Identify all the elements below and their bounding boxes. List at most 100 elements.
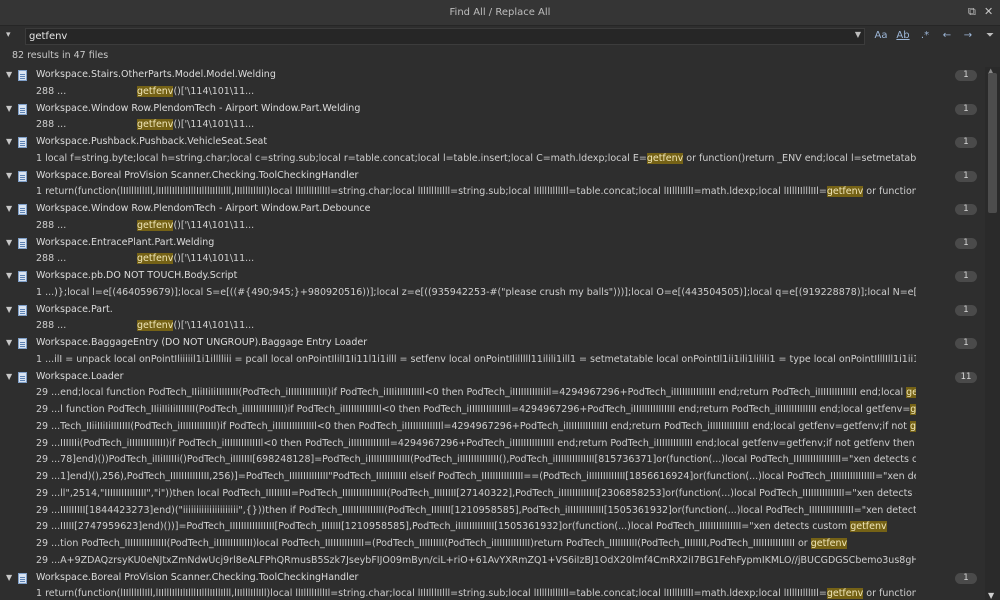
script-file-icon <box>18 572 27 584</box>
match-count-badge: 1 <box>955 70 977 81</box>
match-text-after: ()['\114\101\11... <box>173 85 255 97</box>
match-text: 29 ...IIIII[2747959623]end)())]=PodTech_… <box>36 519 916 536</box>
result-match-row[interactable]: 288 ... getfenv()['\114\101\11... <box>0 251 985 268</box>
script-file-icon <box>18 271 27 282</box>
match-text-before: 1 return(function(lIIlllIllIll,lIIlllIll… <box>36 186 827 198</box>
scrollbar-thumb[interactable] <box>988 73 997 213</box>
result-file-row[interactable]: ▼ Workspace.Pushback.Pushback.VehicleSeat… <box>0 134 985 151</box>
result-match-row[interactable]: 29 ...tion PodTech_IIIIIIIIIIIIIII(PodTe… <box>0 536 985 553</box>
filter-icon[interactable]: ⏷ <box>983 29 997 43</box>
result-file-row[interactable]: ▼ Workspace.Part. 1 <box>0 302 985 319</box>
result-match-row[interactable]: 1 return(function(lIIlllIllIll,lIIlllIll… <box>0 586 985 600</box>
chevron-down-icon[interactable]: ▼ <box>6 235 12 252</box>
result-match-row[interactable]: 288 ... getfenv()['\114\101\11... <box>0 84 985 101</box>
result-match-row[interactable]: 29 ...78]end)())PodTech_iIIiIIIIIi()PodT… <box>0 452 985 469</box>
script-file-icon <box>18 170 27 182</box>
result-match-row[interactable]: 29 ...Tech_IIiiIIiIiIIIIIII(PodTech_iIII… <box>0 419 985 436</box>
chevron-down-icon[interactable]: ▼ <box>6 201 12 218</box>
result-file-row[interactable]: ▼ Workspace.BaggageEntry (DO NOT UNGROUP)… <box>0 335 985 352</box>
match-count-badge: 1 <box>955 204 977 215</box>
result-file-row[interactable]: ▼ Workspace.pb.DO NOT TOUCH.Body.Script 1 <box>0 268 985 285</box>
script-file-icon <box>18 137 27 148</box>
result-match-row[interactable]: 288 ... getfenv()['\114\101\11... <box>0 117 985 134</box>
match-highlight: getfenv <box>646 152 684 164</box>
result-file-row[interactable]: ▼ Workspace.Window Row.PlendomTech - Airp… <box>0 101 985 118</box>
chevron-down-icon[interactable]: ▼ <box>6 570 12 587</box>
match-text: getfenv()['\114\101\11... <box>137 84 985 101</box>
match-highlight: getfenv <box>826 588 864 600</box>
match-text: 1 ...ilI = unpack local onPointIliiiiil1… <box>36 352 916 369</box>
title-bar: Find All / Replace All ⧉ ✕ <box>0 0 1000 26</box>
match-text: 29 ...IIIIIIIII[1844423273]end)("iiiiiii… <box>36 503 916 520</box>
result-file-path: Workspace.EntracePlant.Part.Welding <box>36 236 215 248</box>
results-scrollbar[interactable]: ▲ ▼ <box>985 67 1000 600</box>
chevron-down-icon[interactable]: ▼ <box>6 302 12 319</box>
match-whole-word-icon[interactable]: Ab <box>895 29 911 43</box>
scroll-down-icon[interactable]: ▼ <box>988 591 994 600</box>
match-text-before: 29 ...IIIII[2747959623]end)())]=PodTech_… <box>36 521 851 533</box>
chevron-down-icon[interactable]: ▼ <box>6 168 12 185</box>
match-text: 1 ...)};local l=e[(464059679)];local S=e… <box>36 285 916 302</box>
match-highlight: getfenv <box>909 420 916 432</box>
match-case-icon[interactable]: Aa <box>873 29 889 43</box>
match-text-after: ()['\114\101\11... <box>173 219 255 231</box>
match-count-badge: 1 <box>955 338 977 349</box>
result-file-row[interactable]: ▼ Workspace.Stairs.OtherParts.Model.Model… <box>0 67 985 84</box>
match-text: 29 ...1]end)(),256),PodTech_IIIIIIIIIIII… <box>36 469 916 486</box>
result-match-row[interactable]: 1 ...)};local l=e[(464059679)];local S=e… <box>0 285 985 302</box>
result-match-row[interactable]: 288 ... getfenv()['\114\101\11... <box>0 218 985 235</box>
match-count-badge: 1 <box>955 170 977 182</box>
result-file-row[interactable]: ▼ Workspace.EntracePlant.Part.Welding 1 <box>0 235 985 252</box>
match-text-before: 1 local f=string.byte;local h=string.cha… <box>36 152 647 164</box>
result-match-row[interactable]: 29 ...IIIIIIIII[1844423273]end)("iiiiiii… <box>0 503 985 520</box>
result-match-row[interactable]: 29 ...ll",2514,"IIIIIIIIIIIIIII","i"))th… <box>0 486 985 503</box>
result-match-row[interactable]: 1 local f=string.byte;local h=string.cha… <box>0 151 985 168</box>
result-file-path: Workspace.Boreal ProVision Scanner.Check… <box>36 169 359 181</box>
match-text: 29 ...Tech_IIiiIIiIiIIIIIII(PodTech_iIII… <box>36 419 916 436</box>
result-file-row[interactable]: ▼ Workspace.Loader 11 <box>0 369 985 386</box>
result-match-row[interactable]: 29 ...end;local function PodTech_IIiiIIi… <box>0 385 985 402</box>
result-match-row[interactable]: 29 ...A+9ZDAQzrsyKU0eNJtxZmNdwUcj9rl8eAL… <box>0 553 985 570</box>
match-text-before: 29 ...ll",2514,"IIIIIIIIIIIIIII","i"))th… <box>36 487 916 499</box>
window-title: Find All / Replace All <box>449 7 551 18</box>
previous-result-icon[interactable]: ← <box>940 29 954 43</box>
match-count-badge: 1 <box>955 304 977 316</box>
script-file-icon <box>18 70 27 81</box>
chevron-down-icon[interactable]: ▼ <box>6 134 12 151</box>
result-file-row[interactable]: ▼ Workspace.Boreal ProVision Scanner.Chec… <box>0 570 985 587</box>
chevron-down-icon[interactable]: ▼ <box>6 369 12 386</box>
regex-icon[interactable]: .* <box>918 29 932 43</box>
search-input[interactable] <box>26 29 829 44</box>
script-file-icon <box>18 237 27 249</box>
match-text-before: 1 return(function(lIIlllIllIll,lIIlllIll… <box>36 588 827 600</box>
script-file-icon <box>18 338 27 349</box>
collapse-all-icon[interactable]: ▾ <box>6 30 11 40</box>
result-file-row[interactable]: ▼ Workspace.Boreal ProVision Scanner.Chec… <box>0 168 985 185</box>
match-text-before: 29 ...IIIIIIi(PodTech_iIIIIIIIIIIIII)if … <box>36 437 916 449</box>
result-match-row[interactable]: 1 return(function(lIIlllIllIll,lIIlllIll… <box>0 184 985 201</box>
match-highlight: getfenv <box>910 404 916 415</box>
result-file-path: Workspace.Window Row.PlendomTech - Airpo… <box>36 203 371 214</box>
chevron-down-icon[interactable]: ▼ <box>6 268 12 285</box>
close-icon[interactable]: ✕ <box>984 5 993 18</box>
result-match-row[interactable]: 1 ...ilI = unpack local onPointIliiiiil1… <box>0 352 985 369</box>
match-text-before: 1 ...)};local l=e[(464059679)];local S=e… <box>36 286 916 298</box>
match-highlight: getfenv <box>137 320 174 332</box>
restore-icon[interactable]: ⧉ <box>968 5 976 19</box>
search-box[interactable]: ▼ <box>25 28 865 45</box>
chevron-down-icon[interactable]: ▼ <box>6 67 12 84</box>
next-result-icon[interactable]: → <box>961 29 975 43</box>
result-match-row[interactable]: 29 ...l function PodTech_IIiiIIiIiIIIIII… <box>0 402 985 419</box>
result-match-row[interactable]: 29 ...IIIII[2747959623]end)())]=PodTech_… <box>0 519 985 536</box>
script-file-icon <box>18 371 27 383</box>
match-count-badge: 1 <box>955 137 977 148</box>
chevron-down-icon[interactable]: ▼ <box>6 101 12 118</box>
match-text: 29 ...l function PodTech_IIiiIIiIiIIIIII… <box>36 402 916 419</box>
result-match-row[interactable]: 288 ... getfenv()['\114\101\11... <box>0 318 985 335</box>
chevron-down-icon[interactable]: ▼ <box>6 335 12 352</box>
result-match-row[interactable]: 29 ...IIIIIIi(PodTech_iIIIIIIIIIIIII)if … <box>0 436 985 453</box>
result-match-row[interactable]: 29 ...1]end)(),256),PodTech_IIIIIIIIIIII… <box>0 469 985 486</box>
match-highlight: getfenv <box>137 119 174 131</box>
result-file-row[interactable]: ▼ Workspace.Window Row.PlendomTech - Airp… <box>0 201 985 218</box>
search-history-dropdown-icon[interactable]: ▼ <box>855 30 861 39</box>
